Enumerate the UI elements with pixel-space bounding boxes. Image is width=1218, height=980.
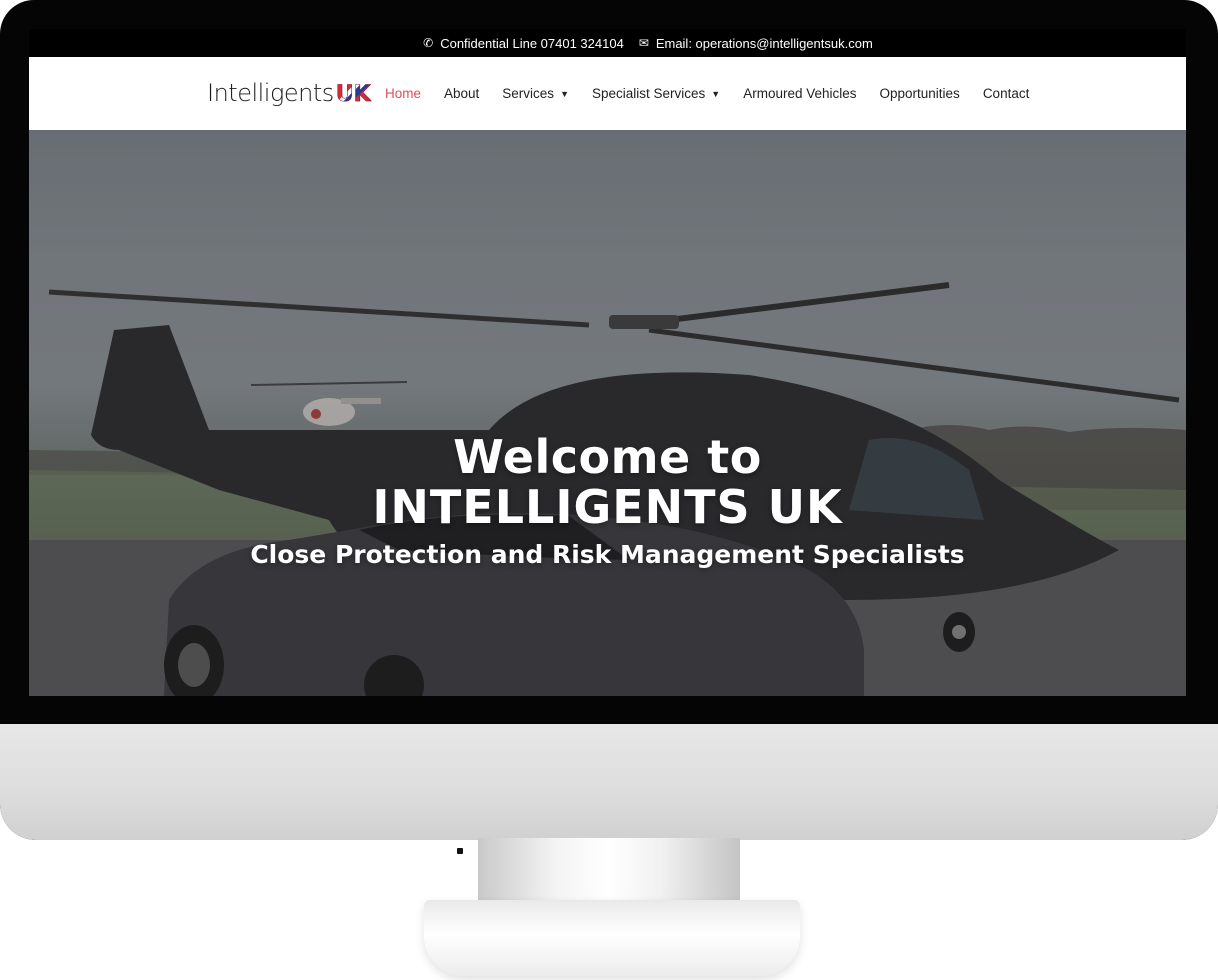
site-header: Intelligents UK Home About Services ▼ Sp…	[29, 57, 1186, 130]
nav-item-contact[interactable]: Contact	[983, 86, 1030, 101]
monitor-stand-neck	[478, 838, 740, 908]
stand-marker	[457, 848, 463, 854]
main-navigation: Home About Services ▼ Specialist Service…	[385, 57, 1029, 130]
hero-banner: Welcome to INTELLIGENTS UK Close Protect…	[29, 130, 1186, 696]
nav-item-home[interactable]: Home	[385, 86, 421, 101]
nav-item-armoured-vehicles[interactable]: Armoured Vehicles	[743, 86, 856, 101]
logo-wordmark: Intelligents	[207, 79, 334, 107]
nav-item-label: Armoured Vehicles	[743, 86, 857, 101]
hero-title-line2: INTELLIGENTS UK	[372, 480, 843, 534]
nav-item-label: Home	[385, 86, 422, 101]
site-logo[interactable]: Intelligents UK	[207, 79, 371, 107]
contact-topbar: ✆ Confidential Line 07401 324104 ✉ Email…	[29, 29, 1186, 57]
phone-contact[interactable]: ✆ Confidential Line 07401 324104	[342, 36, 624, 51]
nav-item-opportunities[interactable]: Opportunities	[880, 86, 960, 101]
nav-item-services[interactable]: Services ▼	[502, 86, 569, 101]
hero-dim-overlay	[29, 130, 1186, 696]
nav-item-label: Services	[502, 86, 555, 101]
browser-screen: ✆ Confidential Line 07401 324104 ✉ Email…	[29, 29, 1186, 696]
logo-uk-flag: UK	[335, 82, 371, 108]
hero-title-line1: Welcome to	[453, 430, 762, 484]
email-text: Email: operations@intelligentsuk.com	[655, 35, 873, 51]
nav-item-label: Opportunities	[879, 86, 960, 101]
envelope-icon: ✉	[638, 36, 649, 50]
monitor-stand-base	[424, 900, 800, 976]
email-contact[interactable]: ✉ Email: operations@intelligentsuk.com	[638, 36, 873, 51]
phone-text: Confidential Line 07401 324104	[440, 35, 624, 51]
nav-item-about[interactable]: About	[444, 86, 479, 101]
caret-down-icon: ▼	[560, 88, 569, 99]
hero-subtitle: Close Protection and Risk Management Spe…	[250, 540, 965, 569]
monitor-chin	[0, 724, 1218, 840]
caret-down-icon: ▼	[711, 88, 721, 99]
nav-item-label: Contact	[982, 86, 1030, 101]
nav-item-label: Specialist Services	[591, 86, 706, 101]
nav-item-specialist-services[interactable]: Specialist Services ▼	[592, 86, 720, 101]
phone-icon: ✆	[423, 36, 434, 50]
nav-item-label: About	[444, 86, 480, 101]
